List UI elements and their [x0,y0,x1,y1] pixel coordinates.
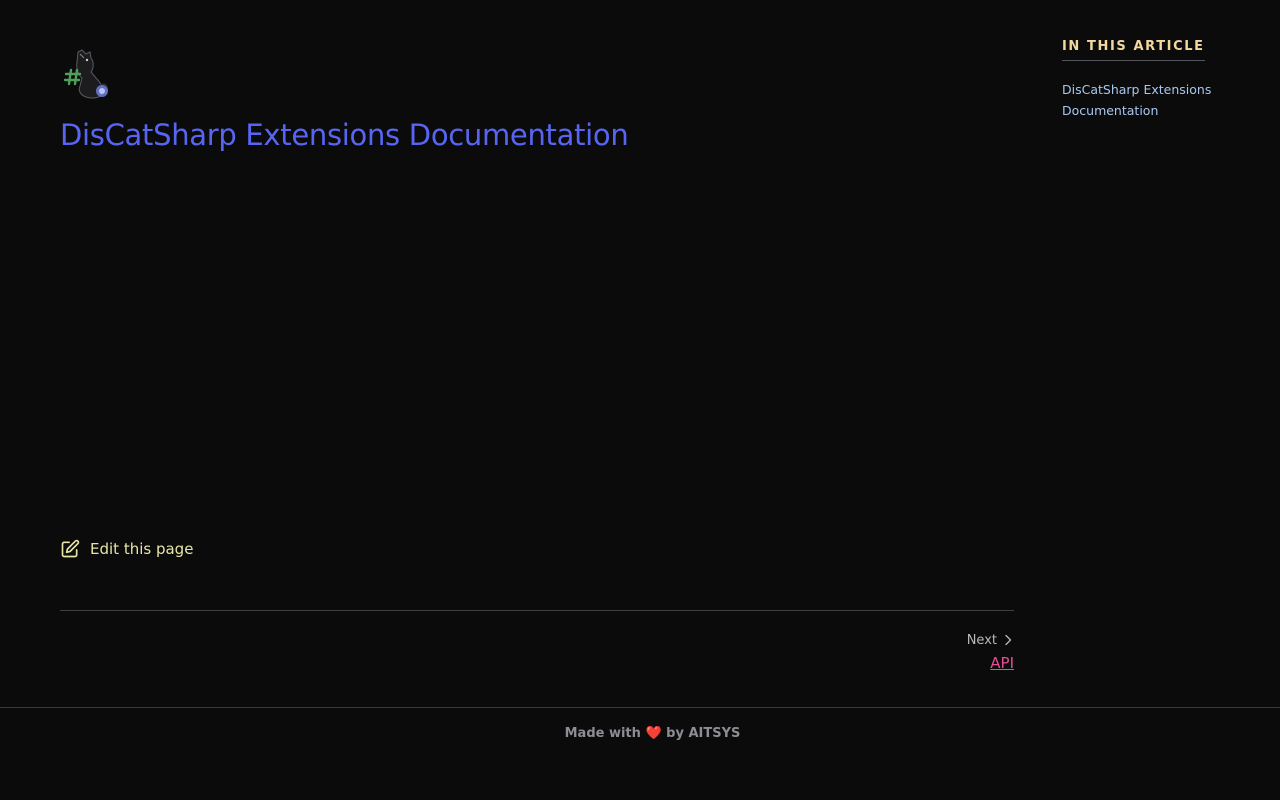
discatsharp-logo-icon [60,48,110,100]
edit-page-label: Edit this page [90,540,194,558]
next-label: Next [967,631,1014,649]
chevron-right-icon [997,634,1014,646]
content-divider [60,610,1014,611]
pencil-square-icon [60,539,90,559]
page: DisCatSharp Extensions Documentation Edi… [0,0,1280,800]
footer-divider [0,707,1280,708]
heart-icon: ❤️ [645,726,662,741]
page-title: DisCatSharp Extensions Documentation [60,118,629,152]
footer: Made with ❤️ by AITSYS [0,724,1280,744]
footer-by: by AITSYS [666,726,741,741]
next-label-text: Next [966,632,997,648]
toc-heading: In this article [1062,39,1205,61]
next-page-link[interactable]: API [990,653,1014,673]
edit-page-link[interactable]: Edit this page [60,537,193,561]
toc-item[interactable]: DisCatSharp Extensions Documentation [1062,79,1222,121]
footer-made-with: Made with [564,726,641,741]
